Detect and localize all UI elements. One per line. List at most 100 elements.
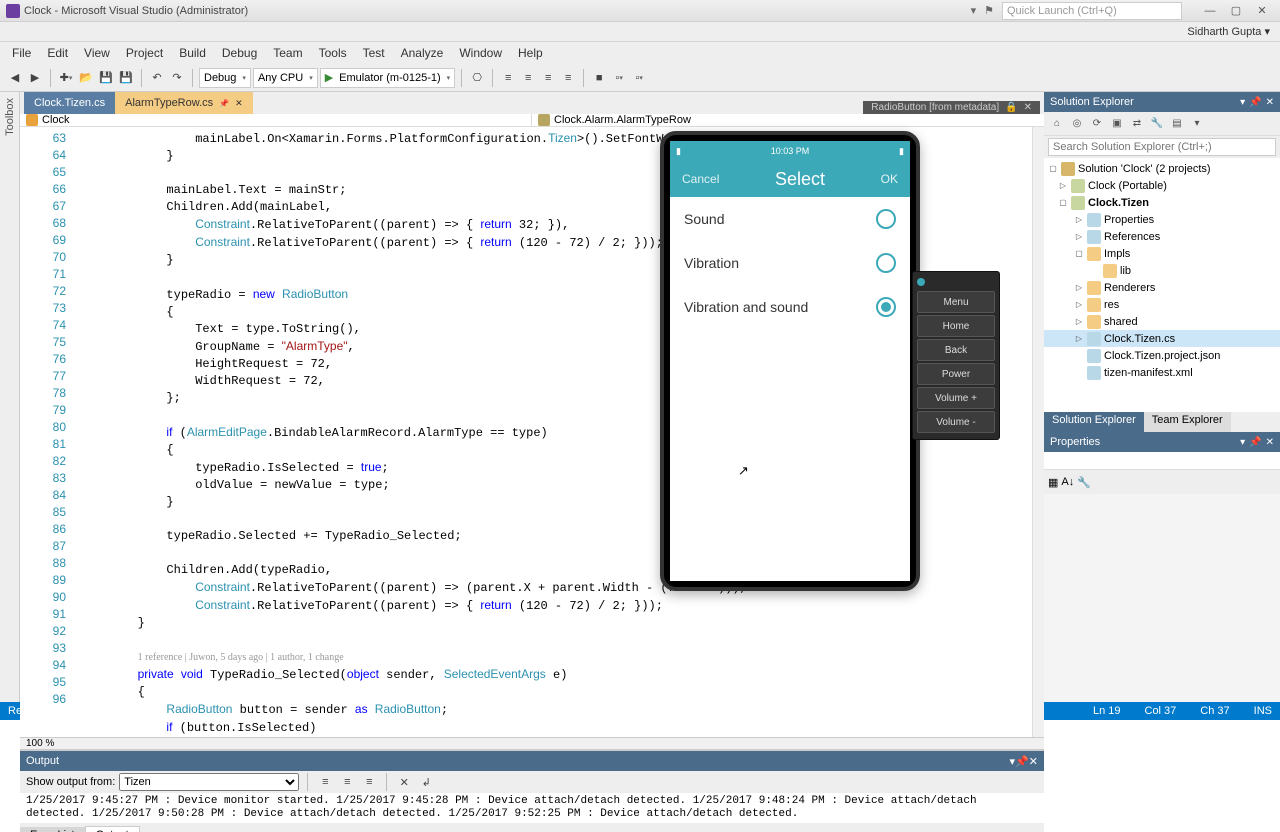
tree-node[interactable]: tizen-manifest.xml (1044, 364, 1280, 381)
tree-node[interactable]: lib (1044, 262, 1280, 279)
output-tb-a[interactable]: ≡ (316, 771, 334, 793)
showall-icon[interactable]: ▣ (1108, 115, 1126, 133)
tool-btn-a[interactable]: ⎔ (468, 67, 486, 89)
radio-button[interactable] (876, 253, 896, 273)
platform-select[interactable]: Any CPU▾ (253, 68, 318, 88)
tree-node[interactable]: ▢Clock.Tizen (1044, 194, 1280, 211)
tab-clock-tizen[interactable]: Clock.Tizen.cs (24, 92, 115, 114)
menu-help[interactable]: Help (510, 42, 551, 64)
solution-explorer-header[interactable]: Solution Explorer▾📌✕ (1044, 92, 1280, 112)
menu-tools[interactable]: Tools (311, 42, 355, 64)
save-button[interactable]: 💾 (97, 67, 115, 89)
props-icon[interactable]: 🔧 (1077, 476, 1091, 489)
cancel-button[interactable]: Cancel (682, 172, 719, 186)
output-tb-clear[interactable]: ✕ (395, 771, 413, 793)
tree-node[interactable]: ▷Renderers (1044, 279, 1280, 296)
tool-btn-d[interactable]: ≡ (539, 67, 557, 89)
properties-header[interactable]: Properties▾📌✕ (1044, 432, 1280, 452)
tab-error-list[interactable]: Error List (20, 827, 85, 832)
emu-homebutton[interactable]: Home (917, 315, 995, 337)
maximize-button[interactable]: ▢ (1224, 2, 1248, 20)
menu-edit[interactable]: Edit (39, 42, 76, 64)
code-editor[interactable]: 6364656667686970717273747576777879808182… (20, 127, 1044, 737)
tool-btn-e[interactable]: ≡ (559, 67, 577, 89)
output-source-select[interactable]: Tizen (119, 773, 299, 791)
config-select[interactable]: Debug▾ (199, 68, 251, 88)
prop-icon[interactable]: 🔧 (1148, 115, 1166, 133)
new-button[interactable]: ✚▾ (57, 67, 75, 89)
editor-zoom[interactable]: 100 % (20, 737, 1044, 749)
emu-volume-button[interactable]: Volume - (917, 411, 995, 433)
refresh-icon[interactable]: ⟳ (1088, 115, 1106, 133)
radio-button[interactable] (876, 297, 896, 317)
menu-debug[interactable]: Debug (214, 42, 265, 64)
pin-icon[interactable]: 📌 (219, 99, 229, 108)
open-button[interactable]: 📂 (77, 67, 95, 89)
tab-solution-explorer[interactable]: Solution Explorer (1044, 412, 1144, 432)
menu-window[interactable]: Window (451, 42, 510, 64)
close-icon[interactable]: ✕ (1024, 102, 1032, 113)
menu-team[interactable]: Team (265, 42, 310, 64)
ok-button[interactable]: OK (881, 172, 898, 186)
notification-icon[interactable]: ⚑ (984, 4, 994, 17)
output-header[interactable]: Output ▾ 📌 ✕ (20, 751, 1044, 771)
signed-in-user[interactable]: Sidharth Gupta (1187, 26, 1261, 38)
toolbox-sidebar[interactable]: Toolbox (0, 92, 20, 702)
alpha-icon[interactable]: A↓ (1061, 476, 1074, 488)
tool-btn-g[interactable]: ▫▾ (610, 67, 628, 89)
tree-root[interactable]: ▢Solution 'Clock' (2 projects) (1044, 160, 1280, 177)
run-target[interactable]: ▶Emulator (m-0125-1)▾ (320, 68, 455, 88)
sync-icon[interactable]: ⇄ (1128, 115, 1146, 133)
pin-icon[interactable]: 📌 (1015, 755, 1029, 768)
dd-icon[interactable]: ▾ (1188, 115, 1206, 133)
tool-btn-b[interactable]: ≡ (499, 67, 517, 89)
close-icon[interactable]: ✕ (1029, 755, 1038, 768)
categorize-icon[interactable]: ▦ (1048, 476, 1058, 489)
solution-tree[interactable]: ▢Solution 'Clock' (2 projects) ▷Clock (P… (1044, 158, 1280, 412)
undo-button[interactable]: ↶ (148, 67, 166, 89)
save-all-button[interactable]: 💾 (117, 67, 135, 89)
tree-node[interactable]: ▷shared (1044, 313, 1280, 330)
tab-metadata[interactable]: RadioButton [from metadata]🔒✕ (863, 101, 1040, 114)
tab-team-explorer[interactable]: Team Explorer (1144, 412, 1231, 432)
tab-output[interactable]: Output (85, 826, 140, 832)
tree-node[interactable]: ▷Clock (Portable) (1044, 177, 1280, 194)
tool-btn-f[interactable]: ■ (590, 67, 608, 89)
tree-node[interactable]: ▷References (1044, 228, 1280, 245)
close-icon[interactable]: ✕ (235, 98, 243, 109)
tab-alarmtyperow[interactable]: AlarmTypeRow.cs📌✕ (115, 92, 253, 114)
home-icon[interactable]: ⌂ (1048, 115, 1066, 133)
output-tb-wrap[interactable]: ↲ (417, 771, 435, 793)
emu-powerbutton[interactable]: Power (917, 363, 995, 385)
menu-project[interactable]: Project (118, 42, 171, 64)
tool-btn-c[interactable]: ≡ (519, 67, 537, 89)
quick-launch-input[interactable]: Quick Launch (Ctrl+Q) (1002, 2, 1182, 20)
tree-node[interactable]: ▢Impls (1044, 245, 1280, 262)
tree-node[interactable]: ▷Properties (1044, 211, 1280, 228)
list-item[interactable]: Vibration (670, 241, 910, 285)
close-button[interactable]: ✕ (1250, 2, 1274, 20)
scroll-preview[interactable] (1032, 127, 1044, 737)
tool-btn-h[interactable]: ▫▾ (630, 67, 648, 89)
nav-member[interactable]: Clock.Alarm.AlarmTypeRow (532, 114, 1044, 126)
solution-search-input[interactable] (1048, 138, 1276, 156)
list-item[interactable]: Vibration and sound (670, 285, 910, 329)
emu-volume-button[interactable]: Volume + (917, 387, 995, 409)
list-item[interactable]: Sound (670, 197, 910, 241)
redo-button[interactable]: ↷ (168, 67, 186, 89)
output-text[interactable]: 1/25/2017 9:45:27 PM : Device monitor st… (20, 793, 1044, 823)
menu-file[interactable]: File (4, 42, 39, 64)
view-icon[interactable]: ▤ (1168, 115, 1186, 133)
menu-view[interactable]: View (76, 42, 118, 64)
nav-fwd-button[interactable]: ▶ (26, 67, 44, 89)
collapse-icon[interactable]: ◎ (1068, 115, 1086, 133)
menu-build[interactable]: Build (171, 42, 214, 64)
nav-back-button[interactable]: ◀ (6, 67, 24, 89)
minimize-button[interactable]: — (1198, 2, 1222, 20)
emu-menubutton[interactable]: Menu (917, 291, 995, 313)
tree-node[interactable]: ▷Clock.Tizen.cs (1044, 330, 1280, 347)
feedback-icon[interactable]: ▾ (971, 4, 977, 17)
nav-scope[interactable]: Clock (20, 114, 532, 126)
emu-backbutton[interactable]: Back (917, 339, 995, 361)
tree-node[interactable]: Clock.Tizen.project.json (1044, 347, 1280, 364)
